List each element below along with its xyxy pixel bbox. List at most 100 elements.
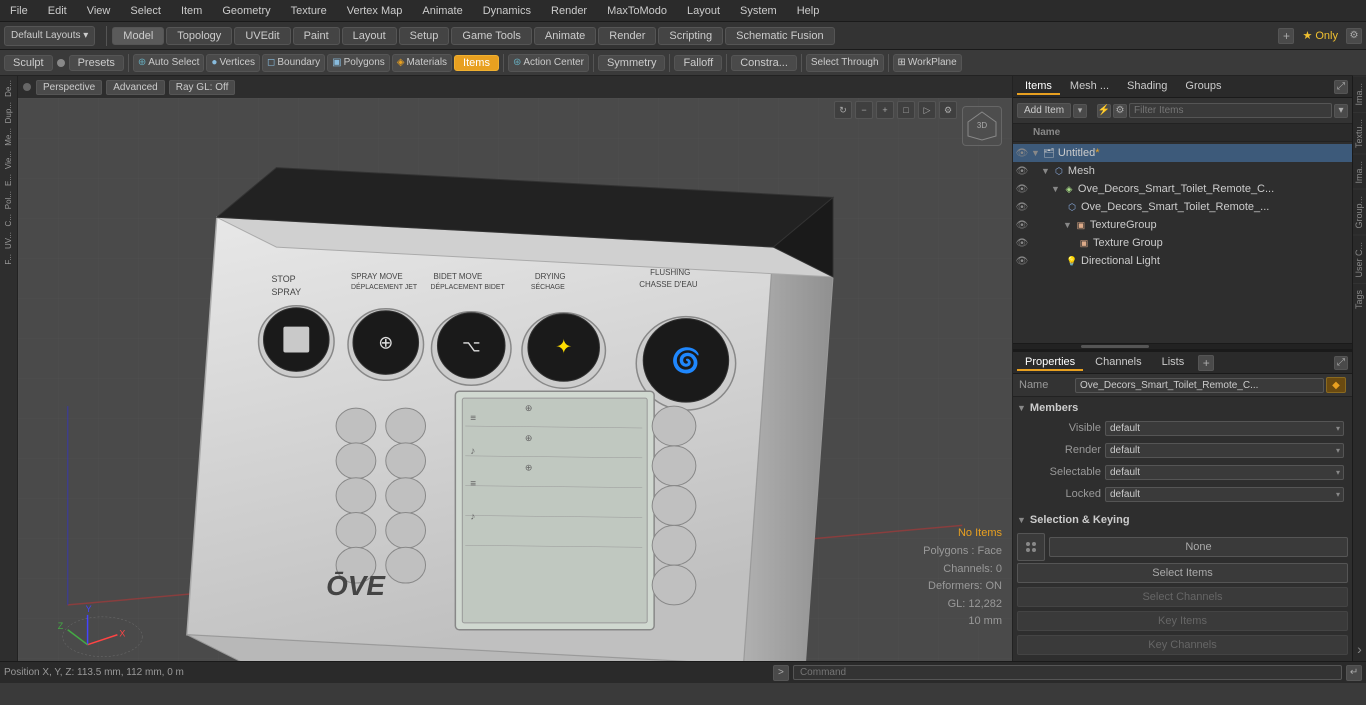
eye-texture-group[interactable]: 👁 bbox=[1015, 218, 1029, 232]
tab-channels[interactable]: Channels bbox=[1087, 355, 1149, 371]
right-tab-ima[interactable]: Ima... bbox=[1353, 76, 1366, 112]
sculpt-button[interactable]: Sculpt bbox=[4, 55, 53, 71]
menu-system[interactable]: System bbox=[730, 3, 787, 19]
left-tool-uv[interactable]: UV... bbox=[4, 230, 13, 251]
expand-right-button[interactable]: › bbox=[1353, 637, 1366, 661]
ray-gl-button[interactable]: Ray GL: Off bbox=[169, 80, 236, 95]
constraints-button[interactable]: Constra... bbox=[731, 55, 797, 71]
layout-selector[interactable]: Default Layouts ▾ bbox=[4, 26, 95, 46]
run-command-button[interactable]: ↵ bbox=[1346, 665, 1362, 681]
viewport[interactable]: Perspective Advanced Ray GL: Off ↻ − + □… bbox=[18, 76, 1012, 661]
tab-mesh[interactable]: Mesh ... bbox=[1062, 79, 1117, 95]
key-diamond-button[interactable]: ◆ bbox=[1326, 377, 1346, 393]
eye-mesh[interactable]: 👁 bbox=[1015, 164, 1029, 178]
menu-item[interactable]: Item bbox=[171, 3, 212, 19]
selectable-select[interactable]: defaultyesno bbox=[1105, 465, 1344, 480]
tree-row-ove-group[interactable]: 👁 ▼ ◈ Ove_Decors_Smart_Toilet_Remote_C..… bbox=[1013, 180, 1352, 198]
key-channels-button[interactable]: Key Channels bbox=[1017, 635, 1348, 655]
menu-dynamics[interactable]: Dynamics bbox=[473, 3, 541, 19]
tree-row-texture-group[interactable]: 👁 ▼ ▣ TextureGroup bbox=[1013, 216, 1352, 234]
right-tab-tags[interactable]: Tags bbox=[1353, 283, 1366, 315]
tab-items[interactable]: Items bbox=[1017, 79, 1060, 95]
tree-row-mesh[interactable]: 👁 ▼ ⬡ Mesh bbox=[1013, 162, 1352, 180]
menu-animate[interactable]: Animate bbox=[412, 3, 472, 19]
left-tool-dup[interactable]: Dup... bbox=[4, 100, 13, 125]
tree-scrollbar[interactable] bbox=[1013, 343, 1352, 349]
right-tab-user-c[interactable]: User C... bbox=[1353, 235, 1366, 284]
command-input[interactable] bbox=[793, 665, 1342, 680]
select-items-button[interactable]: Select Items bbox=[1017, 563, 1348, 583]
vertices-button[interactable]: ● Vertices bbox=[206, 54, 260, 72]
menu-view[interactable]: View bbox=[77, 3, 121, 19]
materials-button[interactable]: ◈ Materials bbox=[392, 54, 452, 72]
mode-uvedit[interactable]: UVEdit bbox=[234, 27, 290, 45]
left-tool-c[interactable]: C... bbox=[4, 212, 13, 228]
menu-edit[interactable]: Edit bbox=[38, 3, 77, 19]
eye-ove-group[interactable]: 👁 bbox=[1015, 182, 1029, 196]
add-item-button[interactable]: Add Item bbox=[1017, 103, 1071, 118]
tab-shading[interactable]: Shading bbox=[1119, 79, 1175, 95]
boundary-button[interactable]: ◻ Boundary bbox=[262, 54, 325, 72]
render-select[interactable]: defaultyesno bbox=[1105, 443, 1344, 458]
right-tab-ima2[interactable]: Ima... bbox=[1353, 154, 1366, 190]
star-only-label[interactable]: ★ Only bbox=[1296, 29, 1344, 42]
filter-settings-icon[interactable]: ▾ bbox=[1334, 104, 1348, 118]
mode-animate[interactable]: Animate bbox=[534, 27, 596, 45]
left-tool-e[interactable]: E... bbox=[4, 172, 13, 188]
menu-geometry[interactable]: Geometry bbox=[212, 3, 280, 19]
panel-expand-icon[interactable]: ⤢ bbox=[1334, 80, 1348, 94]
right-tab-textu[interactable]: Textu... bbox=[1353, 112, 1366, 154]
left-tool-me[interactable]: Me... bbox=[4, 126, 13, 148]
tree-row-dir-light[interactable]: 👁 💡 Directional Light bbox=[1013, 252, 1352, 270]
link-button[interactable]: ⚡ bbox=[1097, 104, 1111, 118]
name-input[interactable] bbox=[1075, 378, 1324, 393]
select-channels-button[interactable]: Select Channels bbox=[1017, 587, 1348, 607]
menu-select[interactable]: Select bbox=[120, 3, 171, 19]
members-header[interactable]: ▼ Members bbox=[1017, 399, 1348, 417]
tree-row-ove-mesh[interactable]: 👁 ⬡ Ove_Decors_Smart_Toilet_Remote_... bbox=[1013, 198, 1352, 216]
perspective-button[interactable]: Perspective bbox=[36, 80, 102, 95]
add-item-dropdown[interactable]: ▾ bbox=[1073, 104, 1087, 118]
settings-button[interactable]: ⚙ bbox=[1346, 28, 1362, 44]
eye-texture-group2[interactable]: 👁 bbox=[1015, 236, 1029, 250]
presets-dot[interactable] bbox=[57, 59, 65, 67]
visible-select[interactable]: defaultyesno bbox=[1105, 421, 1344, 436]
sel-keying-header[interactable]: ▼ Selection & Keying bbox=[1017, 511, 1348, 529]
mode-model[interactable]: Model bbox=[112, 27, 164, 45]
menu-vertex-map[interactable]: Vertex Map bbox=[337, 3, 413, 19]
advanced-button[interactable]: Advanced bbox=[106, 80, 164, 95]
eye-untitled[interactable]: 👁 bbox=[1015, 146, 1029, 160]
mode-topology[interactable]: Topology bbox=[166, 27, 232, 45]
left-tool-vie[interactable]: Vie... bbox=[4, 149, 13, 171]
items-button[interactable]: Items bbox=[454, 55, 499, 71]
right-tab-group[interactable]: Group... bbox=[1353, 189, 1366, 235]
mode-schematic[interactable]: Schematic Fusion bbox=[725, 27, 834, 45]
settings-items-icon[interactable]: ⚙ bbox=[1113, 104, 1127, 118]
menu-maxtomodo[interactable]: MaxToModo bbox=[597, 3, 677, 19]
menu-file[interactable]: File bbox=[0, 3, 38, 19]
action-center-button[interactable]: ⊛ Action Center bbox=[508, 54, 589, 72]
add-mode-button[interactable]: + bbox=[1278, 28, 1294, 44]
filter-input[interactable] bbox=[1129, 103, 1332, 118]
keying-none-button[interactable]: None bbox=[1049, 537, 1348, 557]
mode-render[interactable]: Render bbox=[598, 27, 656, 45]
menu-texture[interactable]: Texture bbox=[281, 3, 337, 19]
presets-button[interactable]: Presets bbox=[69, 55, 124, 71]
polygons-button[interactable]: ▣ Polygons bbox=[327, 54, 390, 72]
left-tool-f[interactable]: F... bbox=[4, 252, 13, 267]
tab-lists[interactable]: Lists bbox=[1154, 355, 1193, 371]
falloff-button[interactable]: Falloff bbox=[674, 55, 722, 71]
left-tool-pol[interactable]: Pol... bbox=[4, 189, 13, 211]
mode-setup[interactable]: Setup bbox=[399, 27, 450, 45]
tab-properties[interactable]: Properties bbox=[1017, 355, 1083, 371]
workplane-button[interactable]: ⊞ WorkPlane bbox=[893, 54, 962, 72]
viewport-dot[interactable] bbox=[23, 83, 31, 91]
add-props-button[interactable]: + bbox=[1198, 355, 1214, 371]
menu-help[interactable]: Help bbox=[787, 3, 830, 19]
mode-layout[interactable]: Layout bbox=[342, 27, 397, 45]
tree-row-untitled[interactable]: 👁 ▼ 🗂 Untitled* bbox=[1013, 144, 1352, 162]
left-tool-de[interactable]: De... bbox=[4, 78, 13, 99]
mode-paint[interactable]: Paint bbox=[293, 27, 340, 45]
tree-row-texture-group2[interactable]: 👁 ▣ Texture Group bbox=[1013, 234, 1352, 252]
eye-dir-light[interactable]: 👁 bbox=[1015, 254, 1029, 268]
